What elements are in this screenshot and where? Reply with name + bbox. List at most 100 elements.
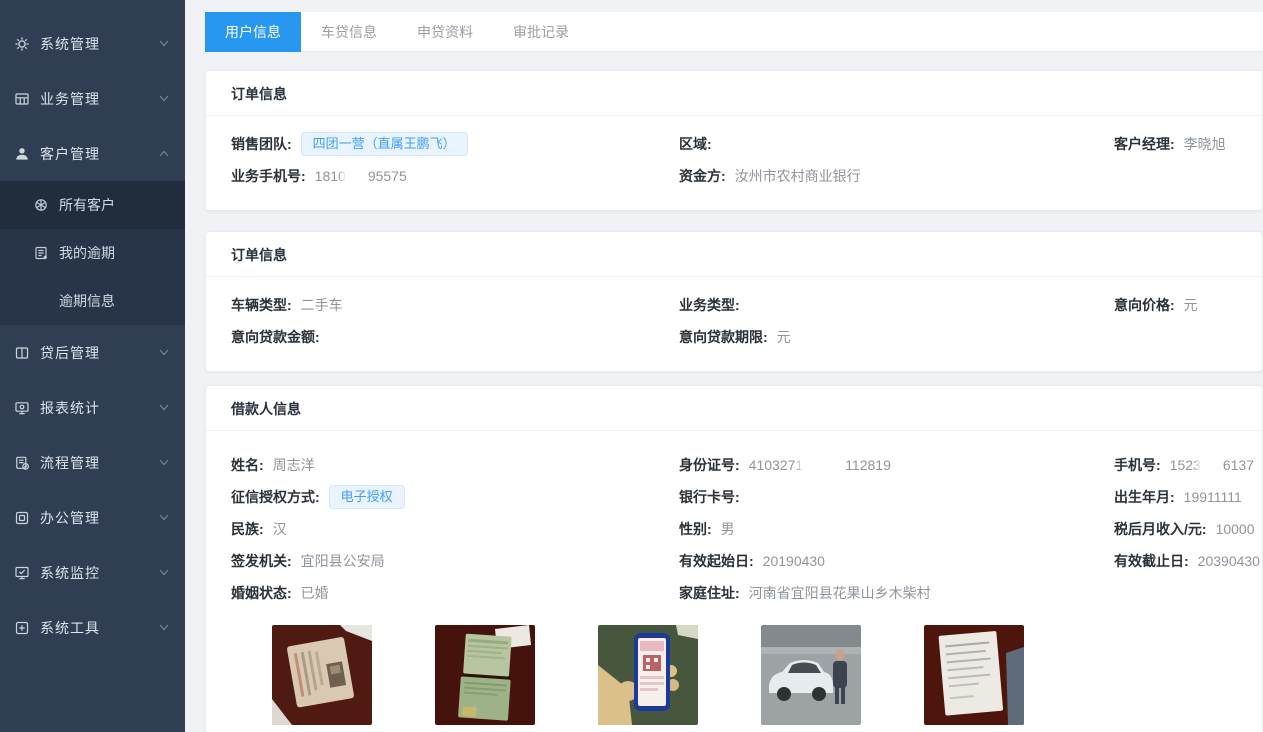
borrower-info-card: 借款人信息 姓名: 周志洋 身份证号: 4103271112819 手机号: 1… <box>205 385 1263 732</box>
field-label: 手机号: <box>1114 455 1161 475</box>
tab-user-info[interactable]: 用户信息 <box>205 12 301 52</box>
id-card-photo-thumbnail <box>272 625 372 725</box>
chevron-down-icon <box>159 349 169 356</box>
card-title: 订单信息 <box>206 71 1262 115</box>
person-car-photo-thumbnail <box>761 625 861 725</box>
field-bank-card: 银行卡号: <box>679 481 1114 513</box>
workflow-icon <box>14 455 30 471</box>
field-label: 税后月收入/元: <box>1114 519 1207 539</box>
borrower-fields: 姓名: 周志洋 身份证号: 4103271112819 手机号: 1523613… <box>206 431 1262 609</box>
field-intent-price: 意向价格: 元 <box>1114 289 1237 321</box>
sidebar-item-system-monitoring[interactable]: 系统监控 <box>0 545 185 600</box>
grid-icon <box>14 91 30 107</box>
field-value: 10000 <box>1216 521 1255 537</box>
field-empty <box>1114 577 1260 609</box>
field-valid-to: 有效截止日: 20390430 <box>1114 545 1260 577</box>
field-label: 业务手机号: <box>231 166 306 186</box>
field-marital-status: 婚姻状态: 已婚 <box>231 577 679 609</box>
field-value: 河南省宜阳县花果山乡木柴村 <box>749 583 931 603</box>
sidebar-item-label: 系统管理 <box>40 34 159 54</box>
chevron-down-icon <box>159 404 169 411</box>
photo-id-card[interactable]: 个人照 <box>272 625 372 732</box>
field-label: 身份证号: <box>679 455 740 475</box>
main-content: 用户信息 车贷信息 申贷资料 审批记录 订单信息 销售团队: 四团一营（直属王鹏… <box>185 0 1263 732</box>
field-label: 姓名: <box>231 455 264 475</box>
order-info-card-1: 订单信息 销售团队: 四团一营（直属王鹏飞） 区域: 客户经理: 李晓旭 业务手… <box>205 70 1263 211</box>
field-monthly-income: 税后月收入/元: 10000 <box>1114 513 1260 545</box>
field-value: 汉 <box>273 519 287 539</box>
field-loan-amount: 意向贷款金额: <box>231 321 679 353</box>
field-value: 4103271112819 <box>749 457 891 474</box>
sidebar-item-office-management[interactable]: 办公管理 <box>0 490 185 545</box>
chevron-down-icon <box>159 40 169 47</box>
phone-qr-photo-thumbnail <box>598 625 698 725</box>
sidebar-item-all-customers[interactable]: 所有客户 <box>0 181 185 229</box>
field-account-manager: 客户经理: 李晓旭 <box>1114 128 1237 160</box>
field-label: 意向贷款金额: <box>231 327 320 347</box>
sidebar-item-label: 客户管理 <box>40 144 159 164</box>
credit-auth-tag: 电子授权 <box>329 485 405 509</box>
field-value: 男 <box>721 519 735 539</box>
field-label: 车辆类型: <box>231 295 292 315</box>
field-sales-team: 销售团队: 四团一营（直属王鹏飞） <box>231 128 679 160</box>
field-issuing-authority: 签发机关: 宜阳县公安局 <box>231 545 679 577</box>
field-business-type: 业务类型: <box>679 289 1114 321</box>
photo-credit-auth-screenshot[interactable]: 征信授权 <box>598 625 698 732</box>
tab-approval-records[interactable]: 审批记录 <box>493 12 589 52</box>
order-info-2-fields: 车辆类型: 二手车 业务类型: 意向价格: 元 意向贷款金额: 意向贷款期限: <box>206 277 1262 371</box>
wheel-icon <box>33 197 49 213</box>
field-value: 15236137 <box>1170 457 1254 474</box>
field-label: 签发机关: <box>231 551 292 571</box>
sidebar-item-my-overdue[interactable]: 我的逾期 <box>0 229 185 277</box>
chevron-down-icon <box>159 95 169 102</box>
field-empty <box>1114 160 1237 192</box>
user-icon <box>14 146 30 162</box>
redacted-text <box>346 168 368 185</box>
field-label: 出生年月: <box>1114 487 1175 507</box>
tab-bar: 用户信息 车贷信息 申贷资料 审批记录 <box>205 12 1263 52</box>
field-region: 区域: <box>679 128 1114 160</box>
gear-icon <box>14 36 30 52</box>
field-label: 资金方: <box>679 166 726 186</box>
sidebar-item-system-tools[interactable]: 系统工具 <box>0 600 185 655</box>
phone-prefix: 1810 <box>315 168 346 184</box>
sidebar-item-customer-management[interactable]: 客户管理 <box>0 126 185 181</box>
photo-other-document[interactable]: 其他材料 <box>924 625 1024 732</box>
sidebar-item-label: 办公管理 <box>40 508 159 528</box>
sidebar-item-system-management[interactable]: 系统管理 <box>0 16 185 71</box>
tab-car-loan-info[interactable]: 车贷信息 <box>301 12 397 52</box>
chevron-down-icon <box>159 514 169 521</box>
sidebar-item-business-management[interactable]: 业务管理 <box>0 71 185 126</box>
tab-loan-application-materials[interactable]: 申贷资料 <box>397 12 493 52</box>
field-loan-term: 意向贷款期限: 元 <box>679 321 1114 353</box>
photo-driver-license[interactable]: 驾驶证副页 <box>435 625 535 732</box>
sidebar-item-post-loan-management[interactable]: 贷后管理 <box>0 325 185 380</box>
sidebar-item-label: 逾期信息 <box>59 291 115 311</box>
id-suffix: 112819 <box>845 457 891 473</box>
order-info-card-2: 订单信息 车辆类型: 二手车 业务类型: 意向价格: 元 意向贷款金额: <box>205 231 1263 372</box>
redacted-text <box>1201 457 1223 474</box>
office-icon <box>14 510 30 526</box>
field-value: 元 <box>1184 295 1198 315</box>
notebook-icon <box>33 245 49 261</box>
sidebar-item-report-statistics[interactable]: 报表统计 <box>0 380 185 435</box>
order-info-1-fields: 销售团队: 四团一营（直属王鹏飞） 区域: 客户经理: 李晓旭 业务手机号: 1… <box>206 116 1262 210</box>
chevron-down-icon <box>159 624 169 631</box>
photo-person-with-car[interactable]: 人车合影 <box>761 625 861 732</box>
field-label: 性别: <box>679 519 712 539</box>
field-value: 李晓旭 <box>1184 134 1226 154</box>
sidebar: 系统管理 业务管理 客户管理 所有客户 <box>0 0 185 732</box>
field-label: 征信授权方式: <box>231 487 320 507</box>
field-empty <box>1114 321 1237 353</box>
field-value: 周志洋 <box>273 455 315 475</box>
customer-management-submenu: 所有客户 我的逾期 逾期信息 <box>0 181 185 325</box>
field-home-address: 家庭住址: 河南省宜阳县花果山乡木柴村 <box>679 577 1114 609</box>
book-icon <box>14 345 30 361</box>
field-label: 婚姻状态: <box>231 583 292 603</box>
sidebar-item-process-management[interactable]: 流程管理 <box>0 435 185 490</box>
field-value: 已婚 <box>301 583 329 603</box>
driver-license-photo-thumbnail <box>435 625 535 725</box>
field-value: 20390430 <box>1198 553 1260 569</box>
sidebar-item-label: 系统工具 <box>40 618 159 638</box>
sidebar-item-overdue-info[interactable]: 逾期信息 <box>0 277 185 325</box>
